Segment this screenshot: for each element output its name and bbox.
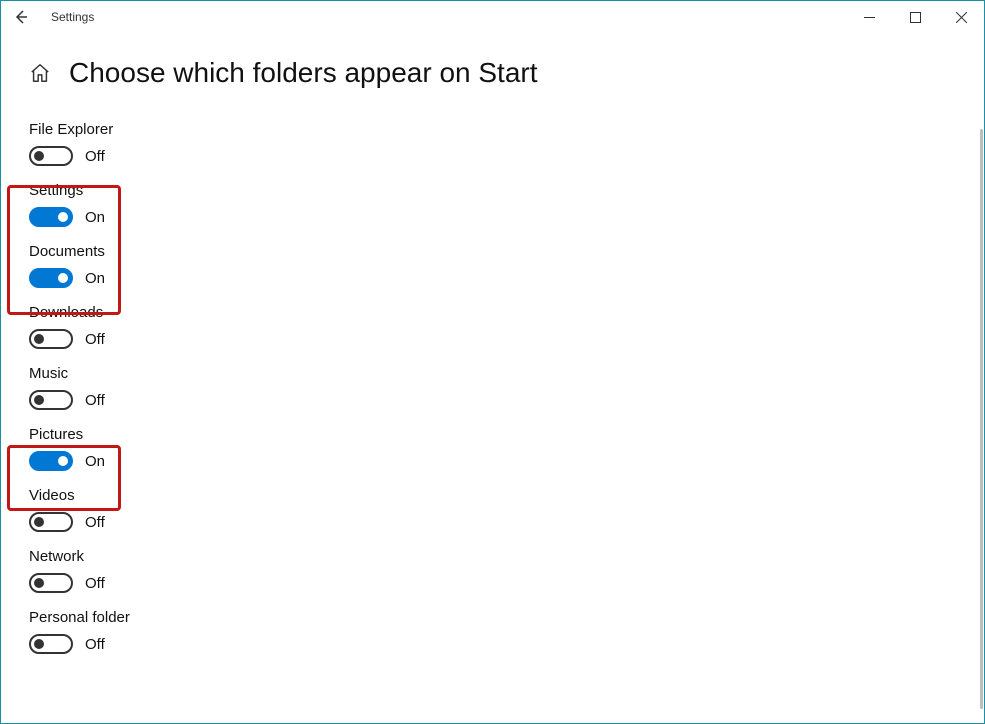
toggle-knob <box>34 151 44 161</box>
setting-item: Documents On <box>29 243 984 288</box>
setting-label: Network <box>29 548 984 565</box>
minimize-button[interactable] <box>846 1 892 33</box>
setting-label: Music <box>29 365 984 382</box>
setting-item: File Explorer Off <box>29 121 984 166</box>
toggle-knob <box>34 334 44 344</box>
settings-window: Settings Choose which folders appear on … <box>0 0 985 724</box>
toggle-row: Off <box>29 146 984 166</box>
window-title: Settings <box>51 10 94 24</box>
toggle-switch[interactable] <box>29 268 73 288</box>
setting-label: Personal folder <box>29 609 984 626</box>
toggle-state-label: Off <box>85 514 105 531</box>
setting-list: File Explorer Off Settings On Documents On Dow… <box>29 121 984 670</box>
toggle-state-label: Off <box>85 575 105 592</box>
toggle-knob <box>34 517 44 527</box>
toggle-switch[interactable] <box>29 634 73 654</box>
toggle-switch[interactable] <box>29 573 73 593</box>
toggle-state-label: Off <box>85 392 105 409</box>
page-header: Choose which folders appear on Start <box>29 57 984 89</box>
setting-item: Network Off <box>29 548 984 593</box>
toggle-switch[interactable] <box>29 207 73 227</box>
titlebar-left: Settings <box>9 5 94 29</box>
maximize-icon <box>910 12 921 23</box>
toggle-state-label: On <box>85 270 105 287</box>
toggle-knob <box>34 395 44 405</box>
maximize-button[interactable] <box>892 1 938 33</box>
back-arrow-icon <box>13 9 29 25</box>
setting-item: Downloads Off <box>29 304 984 349</box>
setting-label: Pictures <box>29 426 984 443</box>
toggle-row: Off <box>29 512 984 532</box>
toggle-state-label: On <box>85 453 105 470</box>
setting-item: Settings On <box>29 182 984 227</box>
toggle-switch[interactable] <box>29 512 73 532</box>
toggle-knob <box>58 456 68 466</box>
setting-item: Music Off <box>29 365 984 410</box>
toggle-state-label: Off <box>85 148 105 165</box>
setting-item: Videos Off <box>29 487 984 532</box>
scrollbar[interactable] <box>980 129 983 709</box>
toggle-knob <box>34 639 44 649</box>
titlebar: Settings <box>1 1 984 33</box>
toggle-switch[interactable] <box>29 329 73 349</box>
toggle-switch[interactable] <box>29 451 73 471</box>
setting-item: Personal folder Off <box>29 609 984 654</box>
toggle-row: On <box>29 268 984 288</box>
toggle-state-label: Off <box>85 636 105 653</box>
toggle-row: Off <box>29 329 984 349</box>
toggle-knob <box>58 273 68 283</box>
minimize-icon <box>864 12 875 23</box>
close-button[interactable] <box>938 1 984 33</box>
window-controls <box>846 1 984 33</box>
toggle-knob <box>34 578 44 588</box>
setting-label: Documents <box>29 243 984 260</box>
setting-label: Downloads <box>29 304 984 321</box>
toggle-row: Off <box>29 390 984 410</box>
toggle-row: Off <box>29 634 984 654</box>
toggle-state-label: On <box>85 209 105 226</box>
close-icon <box>956 12 967 23</box>
toggle-row: On <box>29 451 984 471</box>
toggle-knob <box>58 212 68 222</box>
setting-item: Pictures On <box>29 426 984 471</box>
setting-label: Settings <box>29 182 984 199</box>
home-icon[interactable] <box>29 62 51 84</box>
toggle-switch[interactable] <box>29 390 73 410</box>
back-button[interactable] <box>9 5 33 29</box>
toggle-row: Off <box>29 573 984 593</box>
setting-label: File Explorer <box>29 121 984 138</box>
content-area: Choose which folders appear on Start Fil… <box>1 33 984 723</box>
toggle-state-label: Off <box>85 331 105 348</box>
setting-label: Videos <box>29 487 984 504</box>
page-title: Choose which folders appear on Start <box>69 57 538 89</box>
toggle-row: On <box>29 207 984 227</box>
toggle-switch[interactable] <box>29 146 73 166</box>
